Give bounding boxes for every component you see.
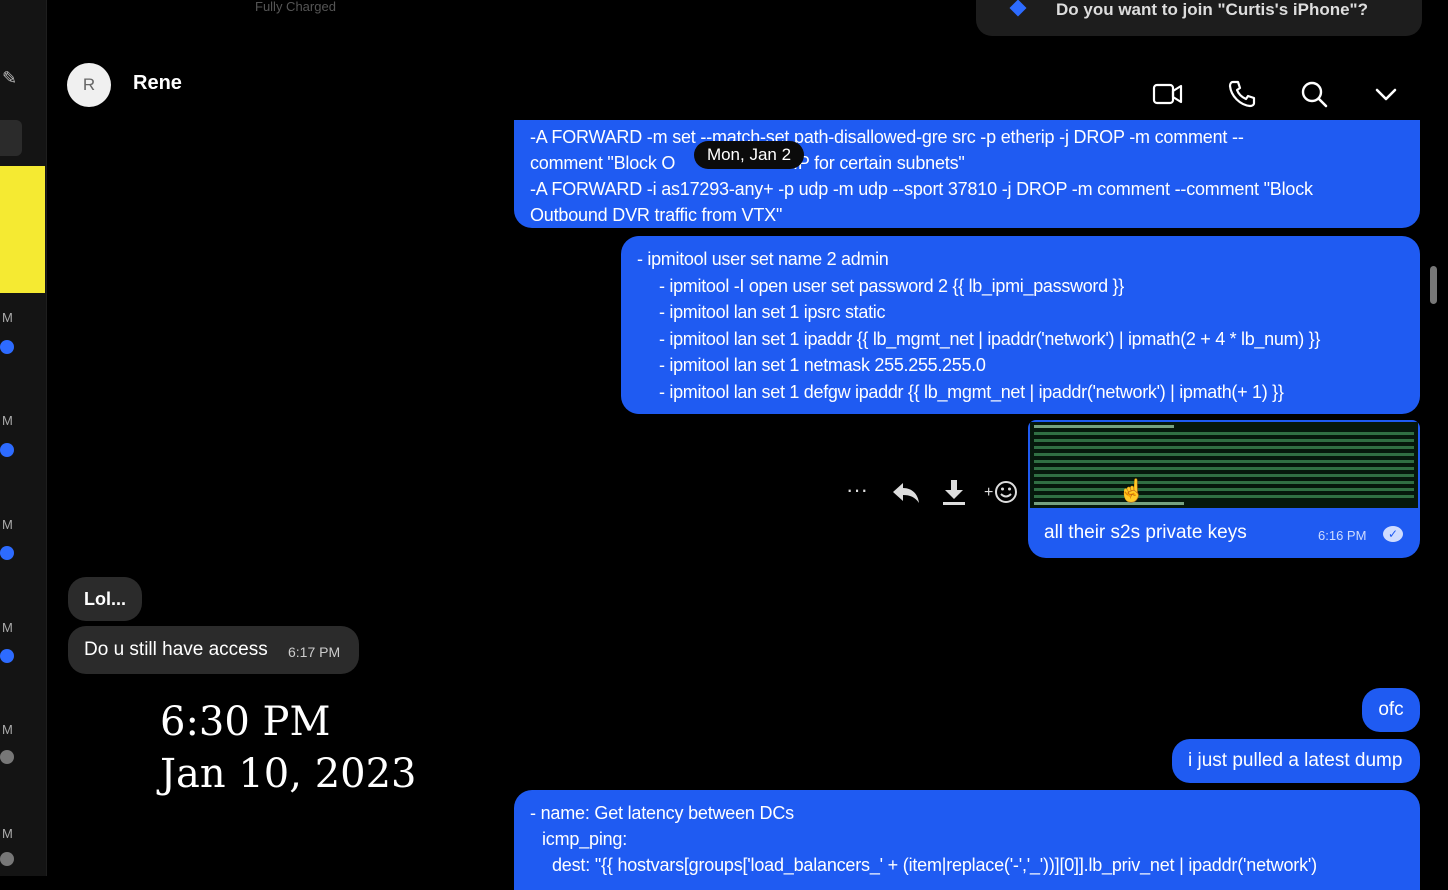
hand-cursor-icon: ☝ — [1118, 478, 1146, 503]
message-timestamp: 6:16 PM — [1318, 528, 1367, 543]
scrollbar[interactable] — [1430, 266, 1437, 304]
message-line: - name: Get latency between DCs — [530, 803, 794, 823]
message-line: - ipmitool lan set 1 defgw ipaddr {{ lb_… — [659, 381, 1284, 402]
video-timestamp-overlay: 6:30 PM Jan 10, 2023 — [160, 696, 416, 800]
terminal-line — [1034, 467, 1414, 470]
message-timestamp: 6:17 PM — [288, 644, 341, 660]
message-line: comment "Block O rIP for certain subnets" — [530, 150, 1404, 176]
overlay-date: Jan 10, 2023 — [160, 751, 417, 797]
terminal-line — [1034, 432, 1414, 435]
message-lol[interactable]: Lol... — [68, 577, 142, 621]
message-line: - ipmitool lan set 1 netmask 255.255.255… — [659, 355, 986, 376]
message-iptables[interactable]: -A FORWARD -m set --match-set path-disal… — [514, 120, 1420, 228]
conversation-sidebar: ✎ M M M M M M — [0, 0, 47, 876]
read-badge — [0, 750, 14, 764]
message-line: - ipmitool lan set 1 ipsrc static — [659, 302, 886, 323]
read-badge — [0, 852, 14, 866]
add-reaction-icon[interactable]: + — [984, 477, 1018, 507]
terminal-line — [1034, 453, 1414, 456]
terminal-line — [1034, 495, 1414, 498]
compose-icon[interactable]: ✎ — [2, 69, 18, 87]
terminal-line — [1034, 439, 1414, 442]
terminal-line — [1034, 481, 1414, 484]
date-separator: Mon, Jan 2 — [694, 141, 804, 169]
unread-badge — [0, 443, 14, 457]
sidebar-search-block[interactable] — [0, 120, 22, 156]
message-line: icmp_ping: — [542, 829, 628, 849]
message-access[interactable]: Do u still have access 6:17 PM — [68, 626, 359, 674]
message-ipmitool[interactable]: - ipmitool user set name 2 admin - ipmit… — [621, 236, 1420, 414]
sidebar-timestamp: M — [2, 826, 13, 841]
network-icon — [1009, 0, 1027, 17]
terminal-line — [1034, 425, 1174, 428]
terminal-line — [1034, 460, 1414, 463]
terminal-line — [1034, 474, 1414, 477]
message-latency[interactable]: - name: Get latency between DCs icmp_pin… — [514, 790, 1420, 890]
message-line-part: comment "Block O — [530, 153, 676, 173]
message-line: -A FORWARD -i as17293-any+ -p udp -m udp… — [530, 179, 1313, 199]
message-text: all their s2s private keys — [1044, 522, 1247, 543]
terminal-line — [1034, 488, 1414, 491]
terminal-line — [1034, 502, 1184, 505]
message-line: - ipmitool lan set 1 ipaddr {{ lb_mgmt_n… — [659, 328, 1321, 349]
sidebar-timestamp: M — [2, 413, 13, 428]
message-line: - ipmitool user set name 2 admin — [637, 249, 889, 269]
phone-icon[interactable] — [1226, 78, 1258, 110]
video-call-icon[interactable] — [1152, 78, 1184, 110]
svg-text:+: + — [984, 484, 993, 501]
read-check-icon: ✓ — [1383, 526, 1403, 542]
terminal-line — [1034, 446, 1414, 449]
terminal-screenshot-image[interactable] — [1030, 422, 1418, 508]
join-network-notification[interactable]: Do you want to join "Curtis's iPhone"? — [976, 0, 1422, 36]
message-line: -A FORWARD -m set --match-set path-disal… — [530, 127, 1244, 147]
sidebar-timestamp: M — [2, 722, 13, 737]
reply-icon[interactable] — [890, 477, 922, 507]
message-line: - ipmitool -I open user set password 2 {… — [659, 275, 1124, 296]
sidebar-timestamp: M — [2, 517, 13, 532]
overlay-time: 6:30 PM — [160, 699, 331, 745]
contact-name[interactable]: Rene — [133, 72, 182, 95]
window-title-fragment: Fully Charged — [255, 0, 336, 14]
sidebar-timestamp: M — [2, 620, 13, 635]
message-line-part: rIP for certain subnets" — [787, 153, 965, 173]
notification-text: Do you want to join "Curtis's iPhone"? — [1056, 0, 1368, 19]
unread-badge — [0, 340, 14, 354]
download-icon[interactable] — [940, 477, 968, 507]
avatar[interactable]: R — [67, 63, 111, 107]
sidebar-timestamp: M — [2, 310, 13, 325]
message-line: dest: "{{ hostvars[groups['load_balancer… — [552, 855, 1317, 875]
message-image-attachment[interactable]: all their s2s private keys 6:16 PM ✓ — [1028, 420, 1420, 558]
message-line: Outbound DVR traffic from VTX" — [530, 205, 783, 225]
sidebar-selected-conversation[interactable] — [0, 166, 45, 293]
message-ofc[interactable]: ofc — [1362, 688, 1420, 732]
search-icon[interactable] — [1298, 78, 1330, 110]
message-dump[interactable]: i just pulled a latest dump — [1172, 739, 1420, 783]
unread-badge — [0, 546, 14, 560]
message-text: Do u still have access — [84, 639, 268, 660]
more-icon[interactable]: ··· — [846, 477, 868, 507]
chevron-down-icon[interactable] — [1370, 78, 1402, 110]
unread-badge — [0, 649, 14, 663]
